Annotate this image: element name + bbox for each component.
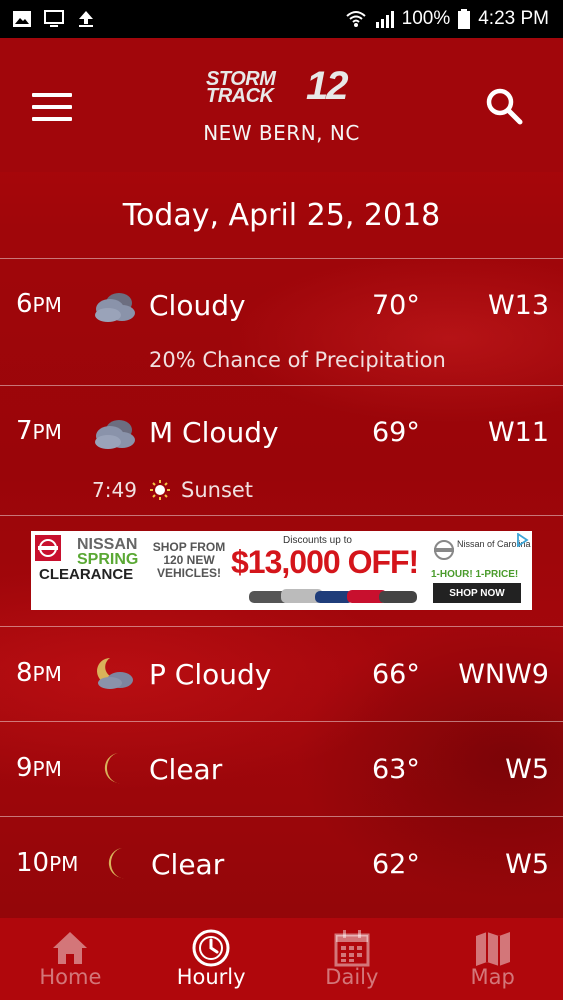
hour-time: 7PM xyxy=(16,416,62,446)
nav-label: Map xyxy=(470,965,515,989)
nav-label: Hourly xyxy=(176,965,246,989)
ad-brand: NISSAN SPRING CLEARANCE xyxy=(37,536,147,583)
hour-time: 10PM xyxy=(16,848,79,878)
nav-daily[interactable]: Daily xyxy=(282,918,423,1000)
hour-time: 6PM xyxy=(16,289,62,319)
temperature: 62° xyxy=(372,849,420,880)
condition-label: M Cloudy xyxy=(149,416,279,449)
nav-map[interactable]: Map xyxy=(422,918,563,1000)
nav-home[interactable]: Home xyxy=(0,918,141,1000)
clock-time: 4:23 PM xyxy=(478,8,549,29)
precip-chance: 20% Chance of Precipitation xyxy=(149,348,446,372)
hour-row[interactable]: 6PM Cloudy 70° W13 20% Chance of Precipi… xyxy=(0,259,563,385)
ad-shop-text: SHOP FROM 120 NEW VEHICLES! xyxy=(152,540,226,580)
hour-row[interactable]: 8PM P Cloudy 66° WNW9 xyxy=(0,627,563,721)
ad-promo: 1-HOUR! 1-PRICE! xyxy=(431,569,519,580)
hour-row[interactable]: 9PM Clear 63° W5 xyxy=(0,722,563,816)
app-header: STORM TRACK 12 NEW BERN, NC xyxy=(0,38,563,172)
wifi-icon xyxy=(345,11,366,27)
ad-banner[interactable]: NISSAN SPRING CLEARANCE SHOP FROM 120 NE… xyxy=(31,531,532,610)
battery-icon xyxy=(458,9,471,29)
condition-label: P Cloudy xyxy=(149,658,272,691)
clock-icon xyxy=(192,929,230,967)
wind: W5 xyxy=(505,754,549,785)
temperature: 69° xyxy=(372,417,420,448)
hour-time: 8PM xyxy=(16,658,62,688)
condition-label: Cloudy xyxy=(149,289,246,322)
ad-brand-line3: CLEARANCE xyxy=(39,566,134,583)
home-icon xyxy=(53,932,88,964)
date-heading: Today, April 25, 2018 xyxy=(122,197,441,233)
search-icon[interactable] xyxy=(484,86,524,126)
wind: W13 xyxy=(487,290,549,321)
condition-label: Clear xyxy=(151,848,225,881)
nav-label: Home xyxy=(39,965,102,989)
ad-brand-line1: NISSAN xyxy=(77,536,138,553)
menu-bar xyxy=(32,93,72,97)
condition-label: Clear xyxy=(149,753,223,786)
temperature: 66° xyxy=(372,659,420,690)
map-icon xyxy=(475,932,510,966)
logo-line2: TRACK xyxy=(206,85,274,107)
moon-cloud-icon xyxy=(97,658,133,689)
ad-brand-line2: SPRING xyxy=(77,551,139,568)
menu-bar xyxy=(32,105,72,109)
partly-cloudy-icon xyxy=(95,420,135,449)
upload-icon xyxy=(79,11,93,27)
ad-cars-image xyxy=(249,589,417,603)
hour-row[interactable]: 7PM M Cloudy 69° W11 7:49 Sunset xyxy=(0,386,563,515)
moon-icon xyxy=(108,848,126,879)
divider xyxy=(0,515,563,516)
nav-label: Daily xyxy=(325,965,379,989)
wind: WNW9 xyxy=(458,659,549,690)
adchoices-icon[interactable] xyxy=(515,533,529,547)
ad-shop-now-button[interactable]: SHOP NOW xyxy=(433,583,521,603)
wind: W11 xyxy=(487,417,549,448)
sunset-time: 7:49 xyxy=(92,478,137,502)
battery-percent: 100% xyxy=(401,8,451,29)
temperature: 63° xyxy=(372,754,420,785)
image-icon xyxy=(13,11,31,27)
hour-row[interactable]: 10PM Clear 62° W5 xyxy=(0,817,563,911)
location-label: NEW BERN, NC xyxy=(203,121,360,145)
sunset-icon xyxy=(150,480,170,500)
bottom-nav: Home Hourly Daily Map xyxy=(0,918,563,1000)
logo-text: STORM TRACK xyxy=(206,69,276,107)
nissan-badge-icon xyxy=(434,540,454,560)
menu-button[interactable] xyxy=(32,93,72,121)
status-bar: 100% 4:23 PM xyxy=(0,0,563,38)
signal-icon xyxy=(375,11,394,28)
stormtrack-logo: STORM TRACK 12 xyxy=(206,64,356,112)
sunset-label: Sunset xyxy=(181,478,254,502)
nav-hourly[interactable]: Hourly xyxy=(141,918,282,1000)
monitor-icon xyxy=(44,10,64,27)
wind: W5 xyxy=(505,849,549,880)
temperature: 70° xyxy=(372,290,420,321)
hour-time: 9PM xyxy=(16,753,62,783)
logo-number: 12 xyxy=(306,64,348,108)
moon-icon xyxy=(104,753,122,784)
calendar-icon xyxy=(334,930,370,967)
partly-cloudy-icon xyxy=(95,293,135,322)
ad-amount: $13,000 OFF! xyxy=(231,544,419,580)
